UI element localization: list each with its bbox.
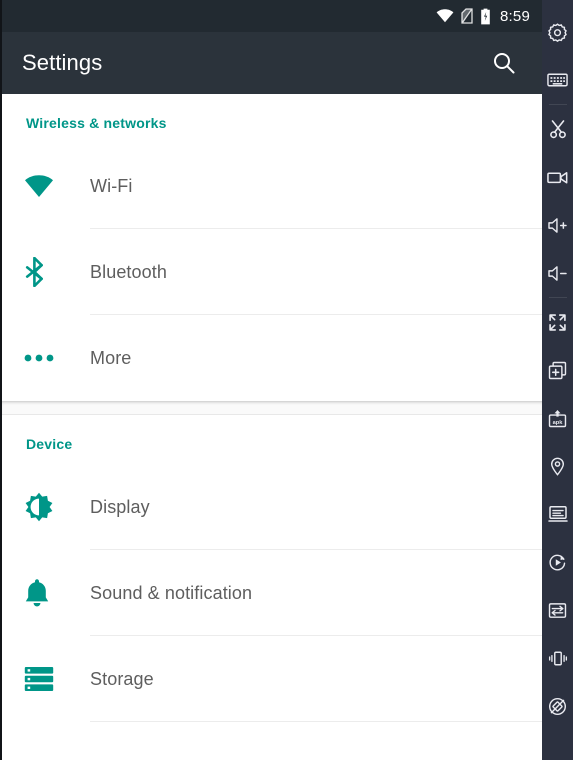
emulator-toolbar: apk — [542, 0, 573, 760]
volume-up-icon[interactable] — [542, 201, 573, 249]
section-header-device: Device — [26, 436, 73, 452]
status-bar: 8:59 — [2, 0, 542, 32]
settings-row-storage[interactable]: Storage — [2, 636, 542, 722]
play-rotate-icon[interactable] — [542, 538, 573, 586]
more-dots-icon — [20, 353, 90, 363]
settings-row-wifi[interactable]: Wi-Fi — [2, 143, 542, 229]
scissors-icon[interactable] — [542, 105, 573, 153]
video-camera-icon[interactable] — [542, 153, 573, 201]
vibrate-icon[interactable] — [542, 634, 573, 682]
battery-charging-icon — [480, 8, 491, 25]
wifi-icon — [436, 9, 454, 23]
status-bar-clock: 8:59 — [500, 7, 530, 25]
settings-row-sound-notification[interactable]: Sound & notification — [2, 550, 542, 636]
settings-row-label: Storage — [90, 668, 154, 689]
no-sim-icon — [461, 8, 473, 24]
settings-row-label: Sound & notification — [90, 582, 253, 603]
fullscreen-icon[interactable] — [542, 298, 573, 346]
device-screen: 8:59 Settings Wireless & networks Wi-Fi … — [0, 0, 542, 760]
section-device: Device Display Sound & notification Stor… — [2, 415, 542, 722]
app-toolbar: Settings — [2, 32, 542, 94]
bluetooth-icon — [20, 257, 90, 287]
storage-icon — [20, 666, 90, 692]
apk-install-icon[interactable]: apk — [542, 394, 573, 442]
brightness-icon — [20, 492, 90, 522]
volume-down-icon[interactable] — [542, 249, 573, 297]
keyboard-icon[interactable] — [542, 56, 573, 104]
settings-row-label: More — [90, 347, 132, 368]
emulator-window: 8:59 Settings Wireless & networks Wi-Fi … — [0, 0, 573, 760]
section-wireless-networks: Wireless & networks Wi-Fi Bluetooth More — [2, 94, 542, 401]
wifi-icon — [20, 174, 90, 198]
settings-row-label: Bluetooth — [90, 261, 167, 282]
settings-list[interactable]: Wireless & networks Wi-Fi Bluetooth More… — [2, 94, 542, 760]
transfer-icon[interactable] — [542, 586, 573, 634]
add-screen-icon[interactable] — [542, 346, 573, 394]
row-divider — [90, 721, 542, 722]
bell-icon — [20, 578, 90, 608]
svg-text:apk: apk — [553, 419, 564, 425]
settings-row-label: Display — [90, 496, 150, 517]
settings-row-label: Wi-Fi — [90, 175, 133, 196]
logcat-icon[interactable] — [542, 490, 573, 538]
rotate-screen-icon[interactable] — [542, 682, 573, 730]
page-title: Settings — [22, 50, 103, 75]
section-header-wireless: Wireless & networks — [26, 115, 167, 131]
settings-row-display[interactable]: Display — [2, 464, 542, 550]
settings-row-bluetooth[interactable]: Bluetooth — [2, 229, 542, 315]
settings-row-more[interactable]: More — [2, 315, 542, 401]
settings-gear-icon[interactable] — [542, 8, 573, 56]
location-pin-icon[interactable] — [542, 442, 573, 490]
search-icon[interactable] — [484, 43, 524, 83]
section-separator — [2, 401, 542, 415]
